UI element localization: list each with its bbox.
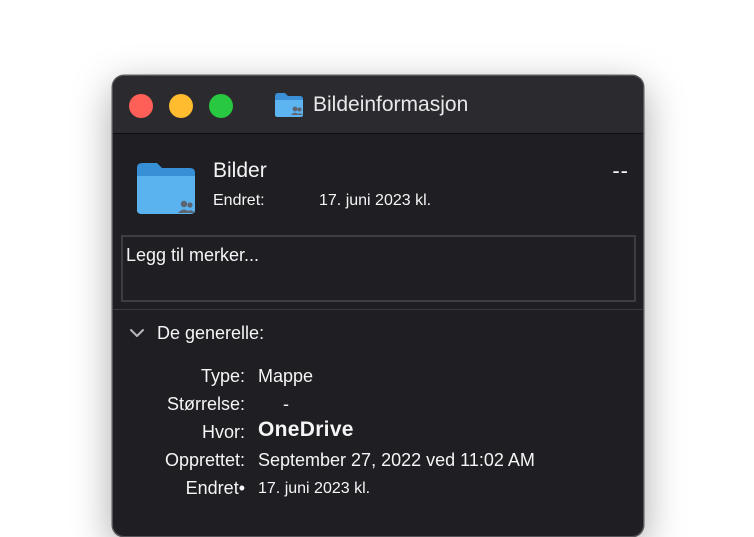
general-section-toggle[interactable]: De generelle: bbox=[129, 322, 264, 344]
size-value: - bbox=[283, 394, 289, 414]
modified-row-label: Endret• bbox=[185, 478, 245, 498]
window-title: Bildeinformasjon bbox=[313, 93, 469, 116]
folder-shared-icon bbox=[275, 93, 303, 117]
size-label: Størrelse: bbox=[166, 394, 245, 414]
tags-placeholder: Legg til merker... bbox=[126, 245, 260, 265]
item-name: Bilder bbox=[213, 159, 267, 182]
tags-field[interactable]: Legg til merker... bbox=[121, 235, 636, 302]
zoom-button[interactable] bbox=[209, 94, 233, 118]
general-section-title: De generelle: bbox=[157, 322, 265, 343]
modified-value: 17. juni 2023 kl. bbox=[319, 192, 432, 209]
window-title-group: Bildeinformasjon bbox=[273, 89, 468, 121]
item-size-summary: -- bbox=[612, 158, 629, 183]
title-bar[interactable]: Bildeinformasjon bbox=[113, 76, 643, 134]
created-label: Opprettet: bbox=[164, 450, 245, 470]
close-button[interactable] bbox=[129, 94, 153, 118]
created-value: September 27, 2022 ved 11:02 AM bbox=[258, 450, 535, 470]
type-label: Type: bbox=[200, 366, 245, 386]
modified-label: Endret: bbox=[213, 192, 265, 209]
where-value: OneDrive bbox=[258, 418, 354, 441]
type-value: Mappe bbox=[258, 366, 314, 386]
folder-shared-icon bbox=[137, 163, 195, 214]
where-label: Hvor: bbox=[201, 422, 245, 442]
minimize-button[interactable] bbox=[169, 94, 193, 118]
divider bbox=[113, 309, 643, 310]
modified-row-value: 17. juni 2023 kl. bbox=[258, 480, 371, 497]
info-window: Bildeinformasjon Bilder -- Endret: 17. j… bbox=[112, 75, 644, 537]
chevron-down-icon bbox=[130, 329, 144, 337]
